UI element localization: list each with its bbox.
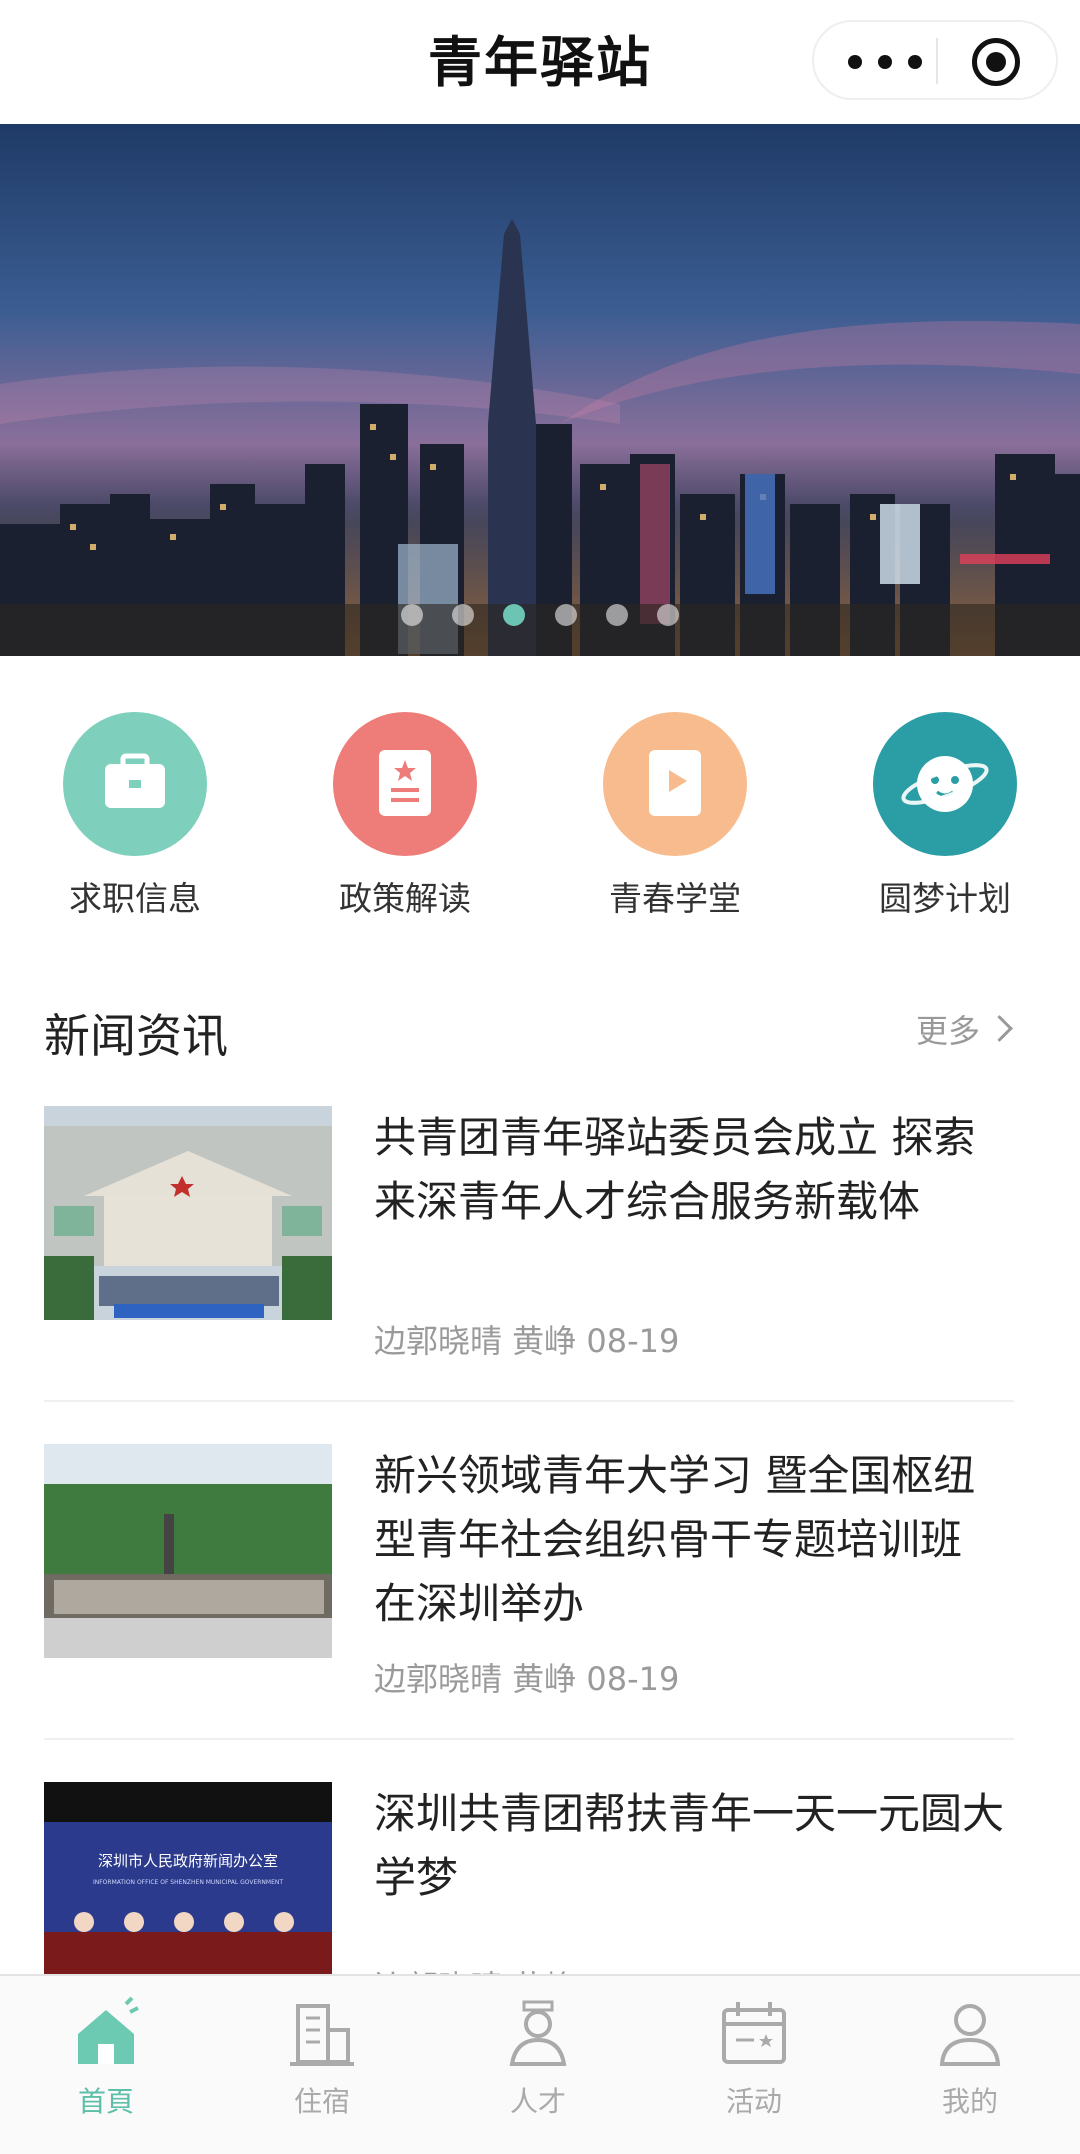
news-title: 新兴领域青年大学习 暨全国枢纽型青年社会组织骨干专题培训班 在深圳举办	[374, 1451, 976, 1628]
quick-item-label: 政策解读	[339, 879, 471, 918]
tab-profile[interactable]: 我的	[890, 1994, 1050, 2120]
tab-label: 首頁	[77, 2085, 134, 2118]
quick-item-dream[interactable]: 圆梦计划	[835, 712, 1055, 920]
carousel-dot[interactable]	[452, 604, 475, 626]
tab-label: 住宿	[293, 2085, 350, 2118]
quick-menu: 求职信息 政策解读 青春学堂 圆梦计划	[0, 712, 1080, 918]
tab-talent[interactable]: 人才	[458, 1994, 618, 2120]
quick-item-label: 青春学堂	[609, 879, 741, 918]
news-thumbnail	[44, 1444, 332, 1658]
carousel-dot-active[interactable]	[503, 604, 526, 626]
quick-item-jobs[interactable]: 求职信息	[25, 712, 245, 920]
news-more-link[interactable]: 更多	[916, 1006, 1013, 1052]
carousel-dot[interactable]	[605, 604, 628, 626]
planet-face-icon	[873, 712, 1017, 856]
more-menu-button[interactable]	[844, 46, 926, 76]
tab-label: 人才	[509, 2085, 566, 2118]
document-icon	[333, 712, 477, 856]
user-icon	[939, 2004, 1001, 2066]
news-thumbnail: 深圳市人民政府新闻办公室 INFORMATION OFFICE OF SHENZ…	[44, 1782, 332, 1996]
tab-lodging[interactable]: 住宿	[242, 1994, 402, 2120]
quick-item-label: 圆梦计划	[879, 879, 1011, 918]
banner-subtext: INFORMATION OFFICE OF SHENZHEN MUNICIPAL…	[93, 1879, 283, 1886]
tab-home[interactable]: 首頁	[26, 1994, 186, 2120]
carousel-dot[interactable]	[656, 604, 679, 626]
nav-header: 青年驿站	[0, 0, 1080, 124]
divider	[44, 1400, 1014, 1402]
hero-banner[interactable]	[0, 124, 1080, 656]
news-meta: 边郭晓晴 黄峥 08-19	[374, 1322, 680, 1360]
news-title: 深圳共青团帮扶青年一天一元圆大学梦	[374, 1789, 1005, 1902]
tab-label: 我的	[941, 2085, 998, 2118]
chevron-right-icon	[986, 1015, 1013, 1042]
carousel-dot[interactable]	[554, 604, 577, 626]
carousel-dot[interactable]	[401, 604, 424, 626]
calendar-icon	[722, 2002, 786, 2064]
mini-program-capsule	[812, 20, 1058, 100]
quick-item-label: 求职信息	[69, 879, 201, 918]
dot-icon	[878, 55, 892, 69]
graduate-icon	[509, 2000, 567, 2066]
divider	[44, 1738, 1014, 1740]
dot-icon	[908, 55, 922, 69]
more-label: 更多	[916, 1012, 981, 1050]
bottom-tab-bar: 首頁 住宿 人才 活动 我的	[0, 1974, 1080, 2154]
home-icon	[78, 1996, 139, 2064]
news-thumbnail	[44, 1106, 332, 1320]
quick-item-academy[interactable]: 青春学堂	[565, 712, 785, 920]
tab-label: 活动	[725, 2085, 782, 2118]
tab-activity[interactable]: 活动	[674, 1994, 834, 2120]
news-title: 共青团青年驿站委员会成立 探索来深青年人才综合服务新载体	[374, 1113, 976, 1226]
city-skyline-image	[0, 124, 1080, 656]
book-play-icon	[603, 712, 747, 856]
carousel-indicators[interactable]	[0, 604, 1080, 632]
quick-item-policy[interactable]: 政策解读	[295, 712, 515, 920]
close-target-icon[interactable]	[972, 38, 1020, 86]
news-meta: 边郭晓晴 黄峥 08-19	[374, 1660, 680, 1698]
briefcase-icon	[63, 712, 207, 856]
dot-icon	[848, 55, 862, 69]
banner-text: 深圳市人民政府新闻办公室	[98, 1852, 278, 1870]
capsule-divider	[936, 38, 938, 84]
news-section-title: 新闻资讯	[44, 1009, 228, 1063]
building-icon	[290, 2004, 354, 2066]
